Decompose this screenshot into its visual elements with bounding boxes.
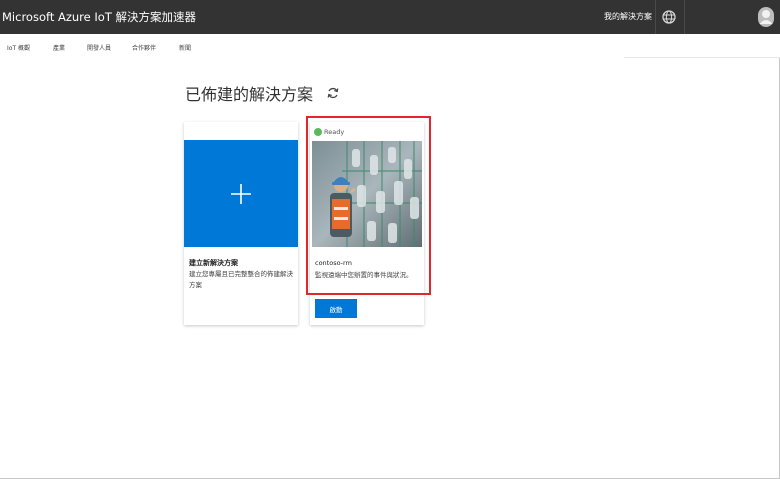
nav-item-iot-overview[interactable]: IoT 概觀 — [7, 43, 30, 52]
launch-button[interactable]: 啟動 — [315, 299, 357, 318]
refresh-icon[interactable] — [326, 85, 340, 99]
my-solutions-link[interactable]: 我的解決方案 — [604, 11, 652, 22]
create-solution-card[interactable]: 建立新解決方案 建立您專屬且已完整整合的佈建解決方案 — [184, 122, 298, 325]
top-bar: Microsoft Azure IoT 解決方案加速器 我的解決方案 — [0, 0, 780, 34]
topbar-divider — [655, 0, 656, 34]
nav-item-developers[interactable]: 開發人員 — [87, 43, 111, 52]
topbar-divider — [684, 0, 685, 34]
nav-item-partners[interactable]: 合作夥伴 — [132, 43, 156, 52]
create-solution-title: 建立新解決方案 — [189, 259, 238, 267]
primary-nav: IoT 概觀 產業 開發人員 合作夥伴 新聞 — [0, 34, 780, 58]
create-solution-tile[interactable] — [184, 140, 298, 247]
app-title: Microsoft Azure IoT 解決方案加速器 — [2, 10, 196, 24]
page-title: 已佈建的解決方案 — [185, 85, 314, 104]
plus-icon — [230, 183, 252, 205]
nav-item-industries[interactable]: 產業 — [53, 43, 65, 52]
highlight-box — [306, 116, 431, 295]
nav-item-news[interactable]: 新聞 — [179, 43, 191, 52]
user-avatar-icon[interactable] — [757, 6, 775, 28]
globe-icon[interactable] — [660, 8, 678, 26]
nav-divider — [624, 57, 780, 58]
create-solution-description: 建立您專屬且已完整整合的佈建解決方案 — [189, 270, 293, 289]
